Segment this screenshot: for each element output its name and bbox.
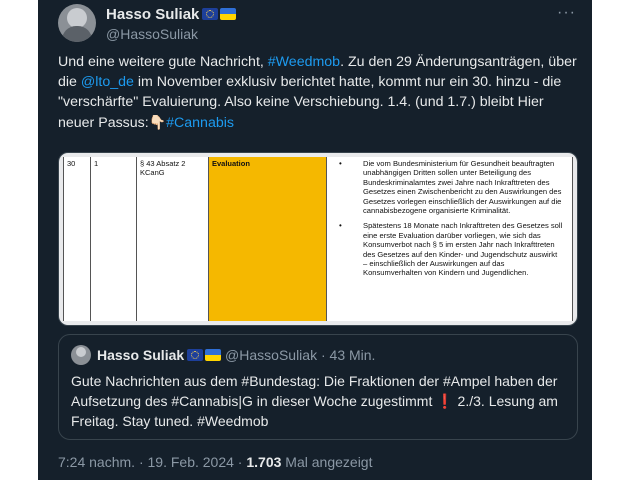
quote-avatar [71, 345, 91, 365]
exclamation-icon: ❗ [436, 393, 454, 409]
quote-handle: @HassoSuliak [225, 347, 318, 363]
quote-text: Gute Nachrichten aus dem #Bundestag: Die… [71, 371, 567, 431]
tweet-header: Hasso Suliak @HassoSuliak ··· [58, 4, 582, 48]
view-count: 1.703 [246, 454, 282, 470]
tweet-footer: 7:24 nachm. · 19. Feb. 2024 · 1.703 Mal … [58, 454, 372, 470]
avatar-head [67, 8, 87, 28]
pointing-down-icon: 👇🏻 [148, 114, 167, 130]
bullet-text: Spätestens 18 Monate nach Inkrafttreten … [363, 221, 563, 278]
quote-separator: · [317, 347, 330, 363]
document-table: 30 1 § 43 Absatz 2 KCanG Evaluation • Die… [63, 157, 573, 321]
post-time[interactable]: 7:24 nachm. [58, 454, 135, 470]
author-handle[interactable]: @HassoSuliak [106, 26, 198, 42]
column-two-cell: 1 [91, 157, 137, 321]
bullet-dot-icon: • [339, 159, 342, 168]
mention-lto-link[interactable]: @lto_de [81, 74, 134, 90]
hashtag-cannabis-link[interactable]: #Cannabis [166, 115, 234, 131]
views-label: Mal angezeigt [281, 454, 373, 470]
quote-avatar-head [76, 347, 86, 357]
tweet-text-part: im November exklusiv berichtet hatte, ko… [58, 74, 562, 131]
footer-separator: · [233, 454, 247, 470]
quoted-tweet[interactable]: Hasso Suliak @HassoSuliak · 43 Min. Gute… [58, 334, 578, 440]
attached-document-image[interactable]: 30 1 § 43 Absatz 2 KCanG Evaluation • Die… [58, 152, 578, 326]
author-name[interactable]: Hasso Suliak [106, 6, 237, 23]
footer-separator: · [135, 454, 148, 470]
hashtag-weedmob-link[interactable]: #Weedmob [268, 54, 340, 70]
quote-header: Hasso Suliak @HassoSuliak · 43 Min. [97, 347, 375, 363]
eu-flag-icon [202, 8, 219, 20]
bullet-list: • Die vom Bundesministerium für Gesundhei… [339, 159, 563, 284]
ukraine-flag-icon [205, 349, 222, 361]
quote-time: 43 Min. [329, 347, 376, 363]
quote-author-name: Hasso Suliak [97, 347, 185, 363]
avatar-body [62, 26, 92, 42]
tweet-text-part: Und eine weitere gute Nachricht, [58, 54, 268, 70]
row-number-cell: 30 [63, 157, 91, 321]
evaluation-heading-cell: Evaluation [209, 157, 327, 321]
tweet-card: Hasso Suliak @HassoSuliak ··· Und eine w… [38, 0, 592, 480]
bullet-item: • Die vom Bundesministerium für Gesundhei… [339, 159, 563, 216]
paragraph-cell: § 43 Absatz 2 KCanG [137, 157, 209, 321]
tweet-text: Und eine weitere gute Nachricht, #Weedmo… [58, 52, 578, 133]
more-options-icon[interactable]: ··· [557, 4, 576, 22]
avatar[interactable] [58, 4, 96, 42]
eu-flag-icon [187, 349, 204, 361]
author-name-text[interactable]: Hasso Suliak [106, 6, 199, 23]
bullet-dot-icon: • [339, 221, 342, 231]
bullet-text: Die vom Bundesministerium für Gesundheit… [363, 159, 562, 216]
ukraine-flag-icon [220, 8, 237, 20]
bullet-item: • Spätestens 18 Monate nach Inkrafttreten… [339, 221, 563, 278]
post-date[interactable]: 19. Feb. 2024 [148, 454, 234, 470]
